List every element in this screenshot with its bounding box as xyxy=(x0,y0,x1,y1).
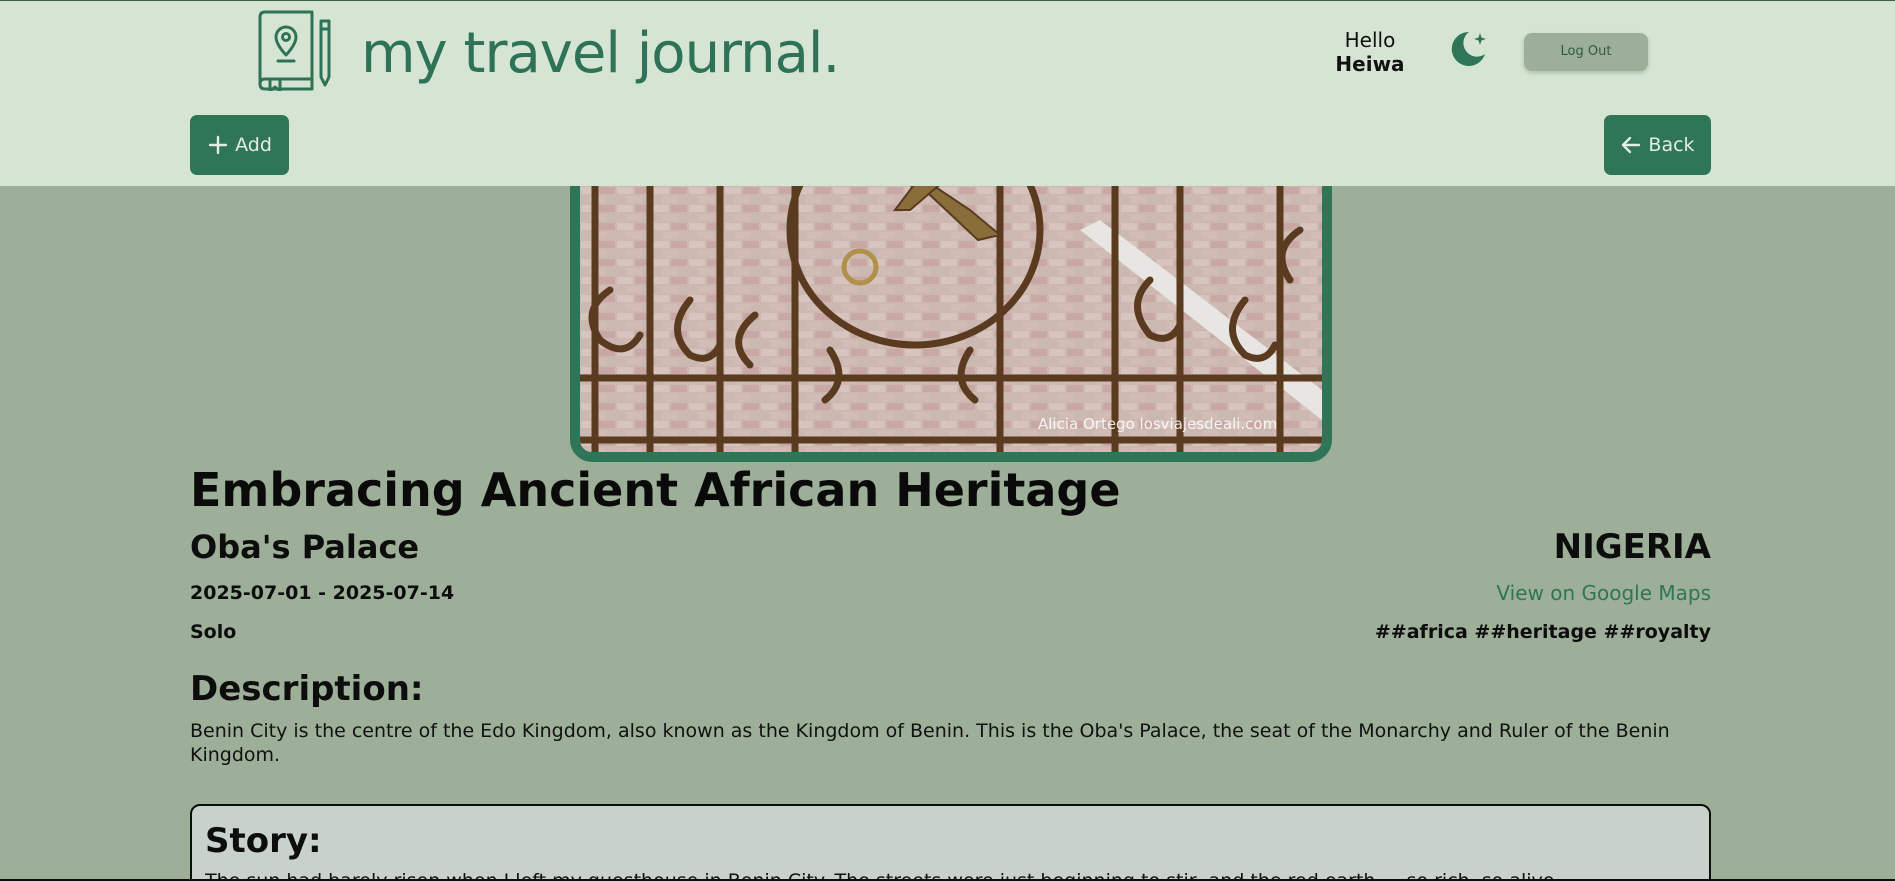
google-maps-link[interactable]: View on Google Maps xyxy=(1496,580,1711,606)
moon-icon[interactable] xyxy=(1447,28,1489,70)
user-greeting: Hello Heiwa xyxy=(1325,28,1415,76)
arrow-left-icon xyxy=(1622,136,1641,154)
journal-map-pin-icon[interactable] xyxy=(254,9,334,91)
greeting-text: Hello xyxy=(1344,28,1396,52)
entry-title: Embracing Ancient African Heritage xyxy=(190,463,1121,517)
entry-photo xyxy=(570,140,1332,462)
plus-icon xyxy=(208,135,228,155)
entry-country: NIGERIA xyxy=(1553,527,1711,567)
story-section: Story: The sun had barely risen when I l… xyxy=(190,804,1711,881)
entry-dates: 2025-07-01 - 2025-07-14 xyxy=(190,582,455,604)
entry-place: Oba's Palace xyxy=(190,528,420,566)
entry-tags: ##africa ##heritage ##royalty xyxy=(1374,621,1711,643)
username: Heiwa xyxy=(1335,52,1405,76)
description-heading: Description: xyxy=(190,669,424,709)
logout-button[interactable]: Log Out xyxy=(1524,33,1648,71)
back-button-label: Back xyxy=(1648,134,1695,156)
story-heading: Story: xyxy=(205,821,322,861)
description-text: Benin City is the centre of the Edo King… xyxy=(190,720,1670,766)
app-logo-text[interactable]: my travel journal. xyxy=(361,19,840,89)
palace-gate-photo xyxy=(580,150,1322,452)
app-header: my travel journal. Hello Heiwa Log Out A… xyxy=(0,0,1895,186)
add-entry-button[interactable]: Add xyxy=(190,115,289,175)
travel-company: Solo xyxy=(190,621,237,643)
back-button[interactable]: Back xyxy=(1604,115,1711,175)
add-button-label: Add xyxy=(235,134,272,156)
photo-credit: Alicia Ortego losviajesdeali.com xyxy=(1038,415,1278,433)
